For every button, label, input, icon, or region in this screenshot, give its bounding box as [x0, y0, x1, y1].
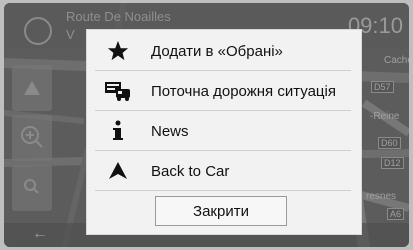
street-name-secondary: V [66, 27, 75, 42]
menu-item-label: Додати в «Обрані» [151, 42, 283, 60]
traffic-icon [95, 80, 141, 102]
navigation-arrow-icon [95, 161, 141, 181]
road-label: A6 [387, 208, 405, 220]
menu-item-label: Back to Car [151, 162, 230, 180]
back-arrow-icon[interactable]: ← [32, 225, 48, 243]
place-label: -Reine [370, 111, 400, 122]
road-label: D60 [378, 137, 401, 149]
info-icon [95, 120, 141, 142]
menu-item-add-favorites[interactable]: Додати в «Обрані» [95, 32, 351, 71]
menu-item-traffic[interactable]: Поточна дорожня ситуація [95, 72, 351, 111]
road-label: D57 [371, 81, 394, 93]
place-label: resnes [366, 191, 397, 202]
zoom-in-icon [21, 126, 43, 148]
close-button[interactable]: Закрити [155, 196, 287, 226]
street-name: Route De Noailles [66, 9, 171, 24]
north-up-button[interactable] [12, 65, 52, 111]
menu-item-label: News [151, 122, 189, 140]
arrow-up-icon [24, 81, 40, 95]
navigation-screen: D57 D60 D12 A6 Cache -Reine resnes Route… [4, 3, 409, 247]
compass-icon[interactable] [24, 17, 52, 45]
zoom-out-icon [24, 179, 39, 194]
zoom-out-button[interactable] [12, 165, 52, 211]
place-label: Cache [384, 55, 409, 66]
menu-item-news[interactable]: News [95, 112, 351, 151]
road-label: D12 [381, 157, 404, 169]
zoom-in-button[interactable] [12, 115, 52, 161]
menu-item-back-to-car[interactable]: Back to Car [95, 152, 351, 191]
menu-item-label: Поточна дорожня ситуація [151, 82, 336, 100]
context-menu: Додати в «Обрані» Поточна дорожня ситуац… [86, 29, 362, 235]
star-icon [95, 40, 141, 62]
